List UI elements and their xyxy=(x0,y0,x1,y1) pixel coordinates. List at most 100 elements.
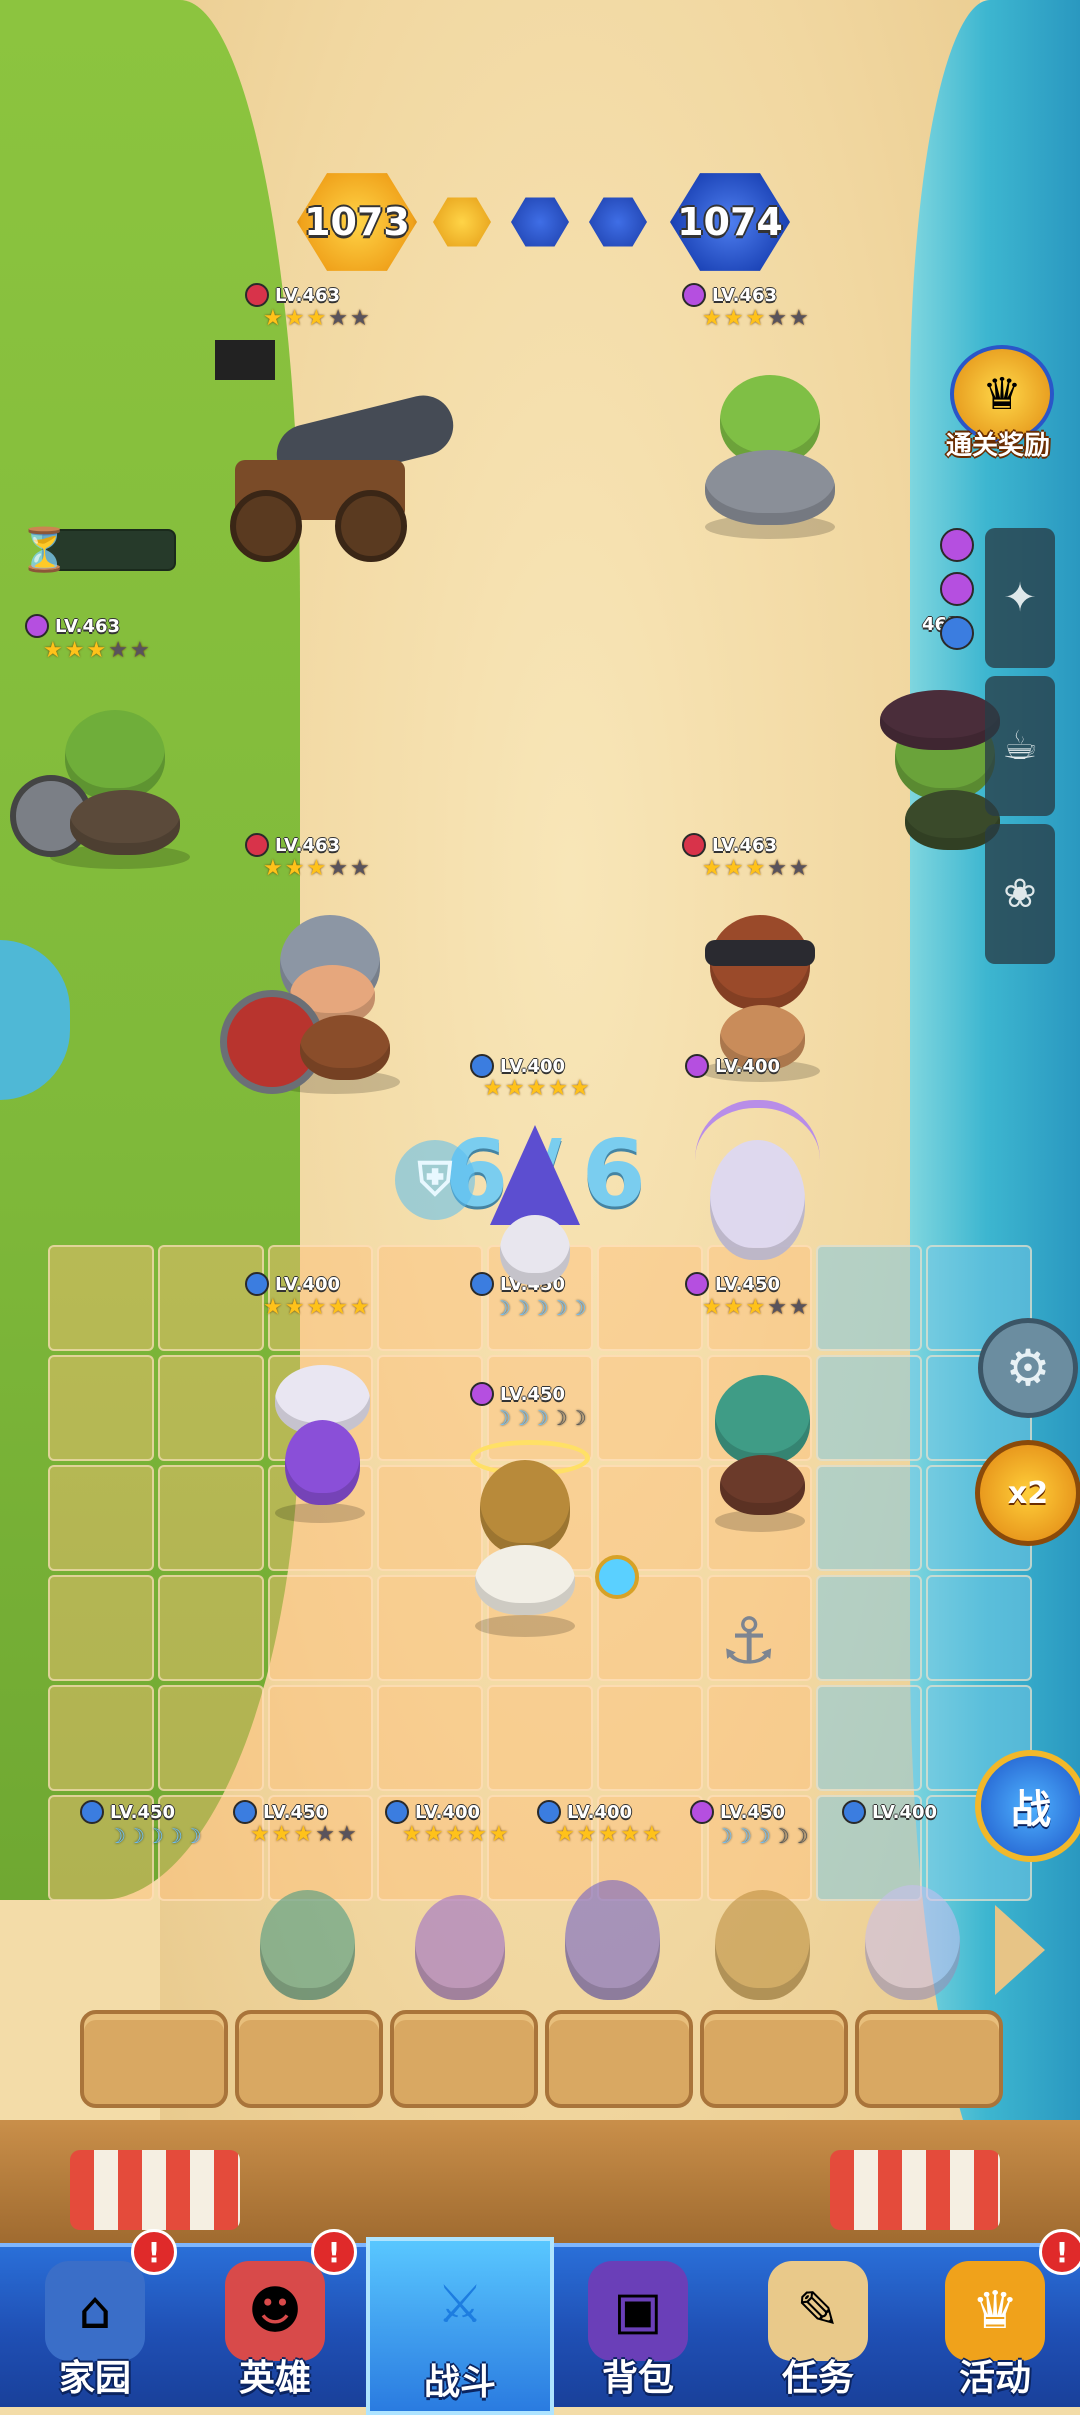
hero-level-tag: LV.400 xyxy=(685,1054,780,1078)
faction-gem-icon xyxy=(470,1382,494,1406)
bench-hero-genie[interactable] xyxy=(415,1895,505,2000)
nav-heroes[interactable]: ☻ ! 英雄 xyxy=(185,2229,365,2407)
buff-gem-icon xyxy=(940,528,974,562)
bench-slot[interactable] xyxy=(235,2010,383,2108)
bench-level-tag: LV.400 xyxy=(385,1800,480,1824)
enemy-stars: ★ ★ ★ ★ ★ xyxy=(43,638,150,663)
bench-slot[interactable] xyxy=(390,2010,538,2108)
grid-cell[interactable] xyxy=(816,1575,923,1681)
bottom-nav: ⌂ ! 家园 ☻ ! 英雄 ⚔ 战斗 ▣ 背包 ✎ 任务 ♛ ! 活动 xyxy=(0,2229,1080,2415)
enemy-cannon[interactable] xyxy=(205,340,465,562)
awning xyxy=(70,2150,240,2230)
hourglass-icon: ⏳ xyxy=(18,525,71,574)
grid-cell[interactable] xyxy=(48,1355,154,1461)
grid-cell[interactable] xyxy=(157,1685,264,1791)
grid-cell[interactable] xyxy=(706,1685,813,1791)
dragon-head xyxy=(715,1375,810,1465)
battle-button[interactable]: 战 xyxy=(975,1750,1080,1862)
grid-cell[interactable] xyxy=(377,1685,484,1791)
grid-cell[interactable] xyxy=(596,1685,703,1791)
settings-gear-button[interactable]: ⚙ xyxy=(978,1318,1078,1418)
bench-moons: ☽ ☽ ☽ ☽ ☽ xyxy=(715,1824,809,1848)
grid-cell[interactable] xyxy=(48,1465,154,1571)
bench xyxy=(60,1870,1020,2120)
clear-reward-label: 通关奖励 xyxy=(945,431,1050,461)
buff-icons xyxy=(940,528,978,650)
grid-cell[interactable] xyxy=(926,1575,1032,1681)
tea-cup-button[interactable]: ☕ xyxy=(985,676,1055,816)
bench-moons: ☽ ☽ ☽ ☽ ☽ xyxy=(108,1824,202,1848)
hero-stars: ★ ★ ★ ★ ★ xyxy=(483,1076,590,1101)
gear-icon: ⚙ xyxy=(1005,1339,1051,1397)
helmet-emblem-icon: ⛨ xyxy=(395,1140,475,1220)
enemy-viking[interactable] xyxy=(220,905,440,1095)
buff-gem-icon xyxy=(940,616,974,650)
grid-cell[interactable] xyxy=(816,1465,923,1571)
grid-cell[interactable] xyxy=(157,1245,264,1351)
enemy-stars: ★ ★ ★ ★ ★ xyxy=(263,306,370,331)
nav-bag[interactable]: ▣ 背包 xyxy=(548,2247,728,2407)
grid-cell[interactable] xyxy=(377,1245,484,1351)
nav-home[interactable]: ⌂ ! 家园 xyxy=(5,2229,185,2407)
hero-spirit-stag[interactable] xyxy=(680,1100,830,1280)
bench-stars: ★ ★ ★ ★ ★ xyxy=(250,1822,357,1847)
grid-cell[interactable] xyxy=(48,1245,154,1351)
hero-stars: ★ ★ ★ ★ ★ xyxy=(263,1295,370,1320)
hero-wizard[interactable] xyxy=(470,1125,600,1300)
nav-battle[interactable]: ⚔ 战斗 xyxy=(366,2237,554,2415)
crossed-swords-icon: ⚔ xyxy=(436,2275,484,2335)
enemy-orc-shaman[interactable] xyxy=(675,355,865,540)
grid-cell[interactable] xyxy=(157,1575,264,1681)
clear-reward-button[interactable]: ♛ 通关奖励 xyxy=(938,345,1058,465)
orc-body xyxy=(70,790,180,855)
shadow xyxy=(275,1503,365,1523)
bench-next-arrow-icon[interactable] xyxy=(995,1905,1045,1995)
bench-hero-dragon[interactable] xyxy=(260,1890,355,2000)
wizard-beard xyxy=(500,1215,570,1285)
faction-gem-icon xyxy=(682,283,706,307)
teapot-icon: ☕ xyxy=(1002,723,1038,769)
grid-cell[interactable] xyxy=(48,1685,154,1791)
grid-cell[interactable] xyxy=(487,1685,593,1791)
warrior-body xyxy=(720,1455,805,1515)
faction-gem-icon xyxy=(245,1272,269,1296)
grid-cell[interactable] xyxy=(48,1575,154,1681)
hero-genie[interactable] xyxy=(245,1365,395,1525)
faction-gem-icon xyxy=(690,1800,714,1824)
bench-hero-knight[interactable] xyxy=(715,1890,810,2000)
hero-level-tag: LV.400 xyxy=(470,1054,565,1078)
speed-x2-button[interactable]: x2 xyxy=(975,1440,1080,1546)
nav-quests[interactable]: ✎ 任务 xyxy=(728,2247,908,2407)
enemy-orc-warrior[interactable] xyxy=(10,690,230,870)
bench-slot[interactable] xyxy=(80,2010,228,2108)
hero-level-tag: LV.450 xyxy=(470,1382,565,1406)
grid-cell[interactable] xyxy=(816,1245,923,1351)
enemy-level-tag: LV.463 xyxy=(245,833,340,857)
lotus-icon: ❀ xyxy=(1003,871,1037,917)
grid-cell[interactable] xyxy=(816,1355,923,1461)
faction-gem-icon xyxy=(682,833,706,857)
bench-slot[interactable] xyxy=(545,2010,693,2108)
bench-hero-wizard[interactable] xyxy=(565,1880,660,2000)
hero-dragon-warrior[interactable] xyxy=(690,1355,830,1535)
bench-slot[interactable] xyxy=(700,2010,848,2108)
grid-cell[interactable] xyxy=(267,1575,374,1681)
bench-hero-stag[interactable] xyxy=(865,1885,960,2000)
orc-armor xyxy=(705,450,835,525)
hero-golden-knight[interactable] xyxy=(420,1440,639,1640)
bench-stars: ★ ★ ★ ★ ★ xyxy=(402,1822,509,1847)
faction-gem-icon xyxy=(25,614,49,638)
nav-events[interactable]: ♛ ! 活动 xyxy=(905,2229,1080,2407)
antlers xyxy=(695,1100,820,1168)
grid-cell[interactable] xyxy=(267,1685,374,1791)
bench-stars: ★ ★ ★ ★ ★ xyxy=(555,1822,662,1847)
nav-label: 家园 xyxy=(58,2358,131,2399)
treasure-chest-icon: ▣ xyxy=(588,2261,688,2361)
lotus-button[interactable]: ❀ xyxy=(985,824,1055,964)
bench-slot[interactable] xyxy=(855,2010,1003,2108)
grid-cell[interactable] xyxy=(816,1685,923,1791)
scroll-icon: ✎ xyxy=(768,2261,868,2361)
compass-star-button[interactable]: ✦ xyxy=(985,528,1055,668)
viking-body xyxy=(300,1015,390,1080)
timer: ⏳ xyxy=(18,525,176,574)
